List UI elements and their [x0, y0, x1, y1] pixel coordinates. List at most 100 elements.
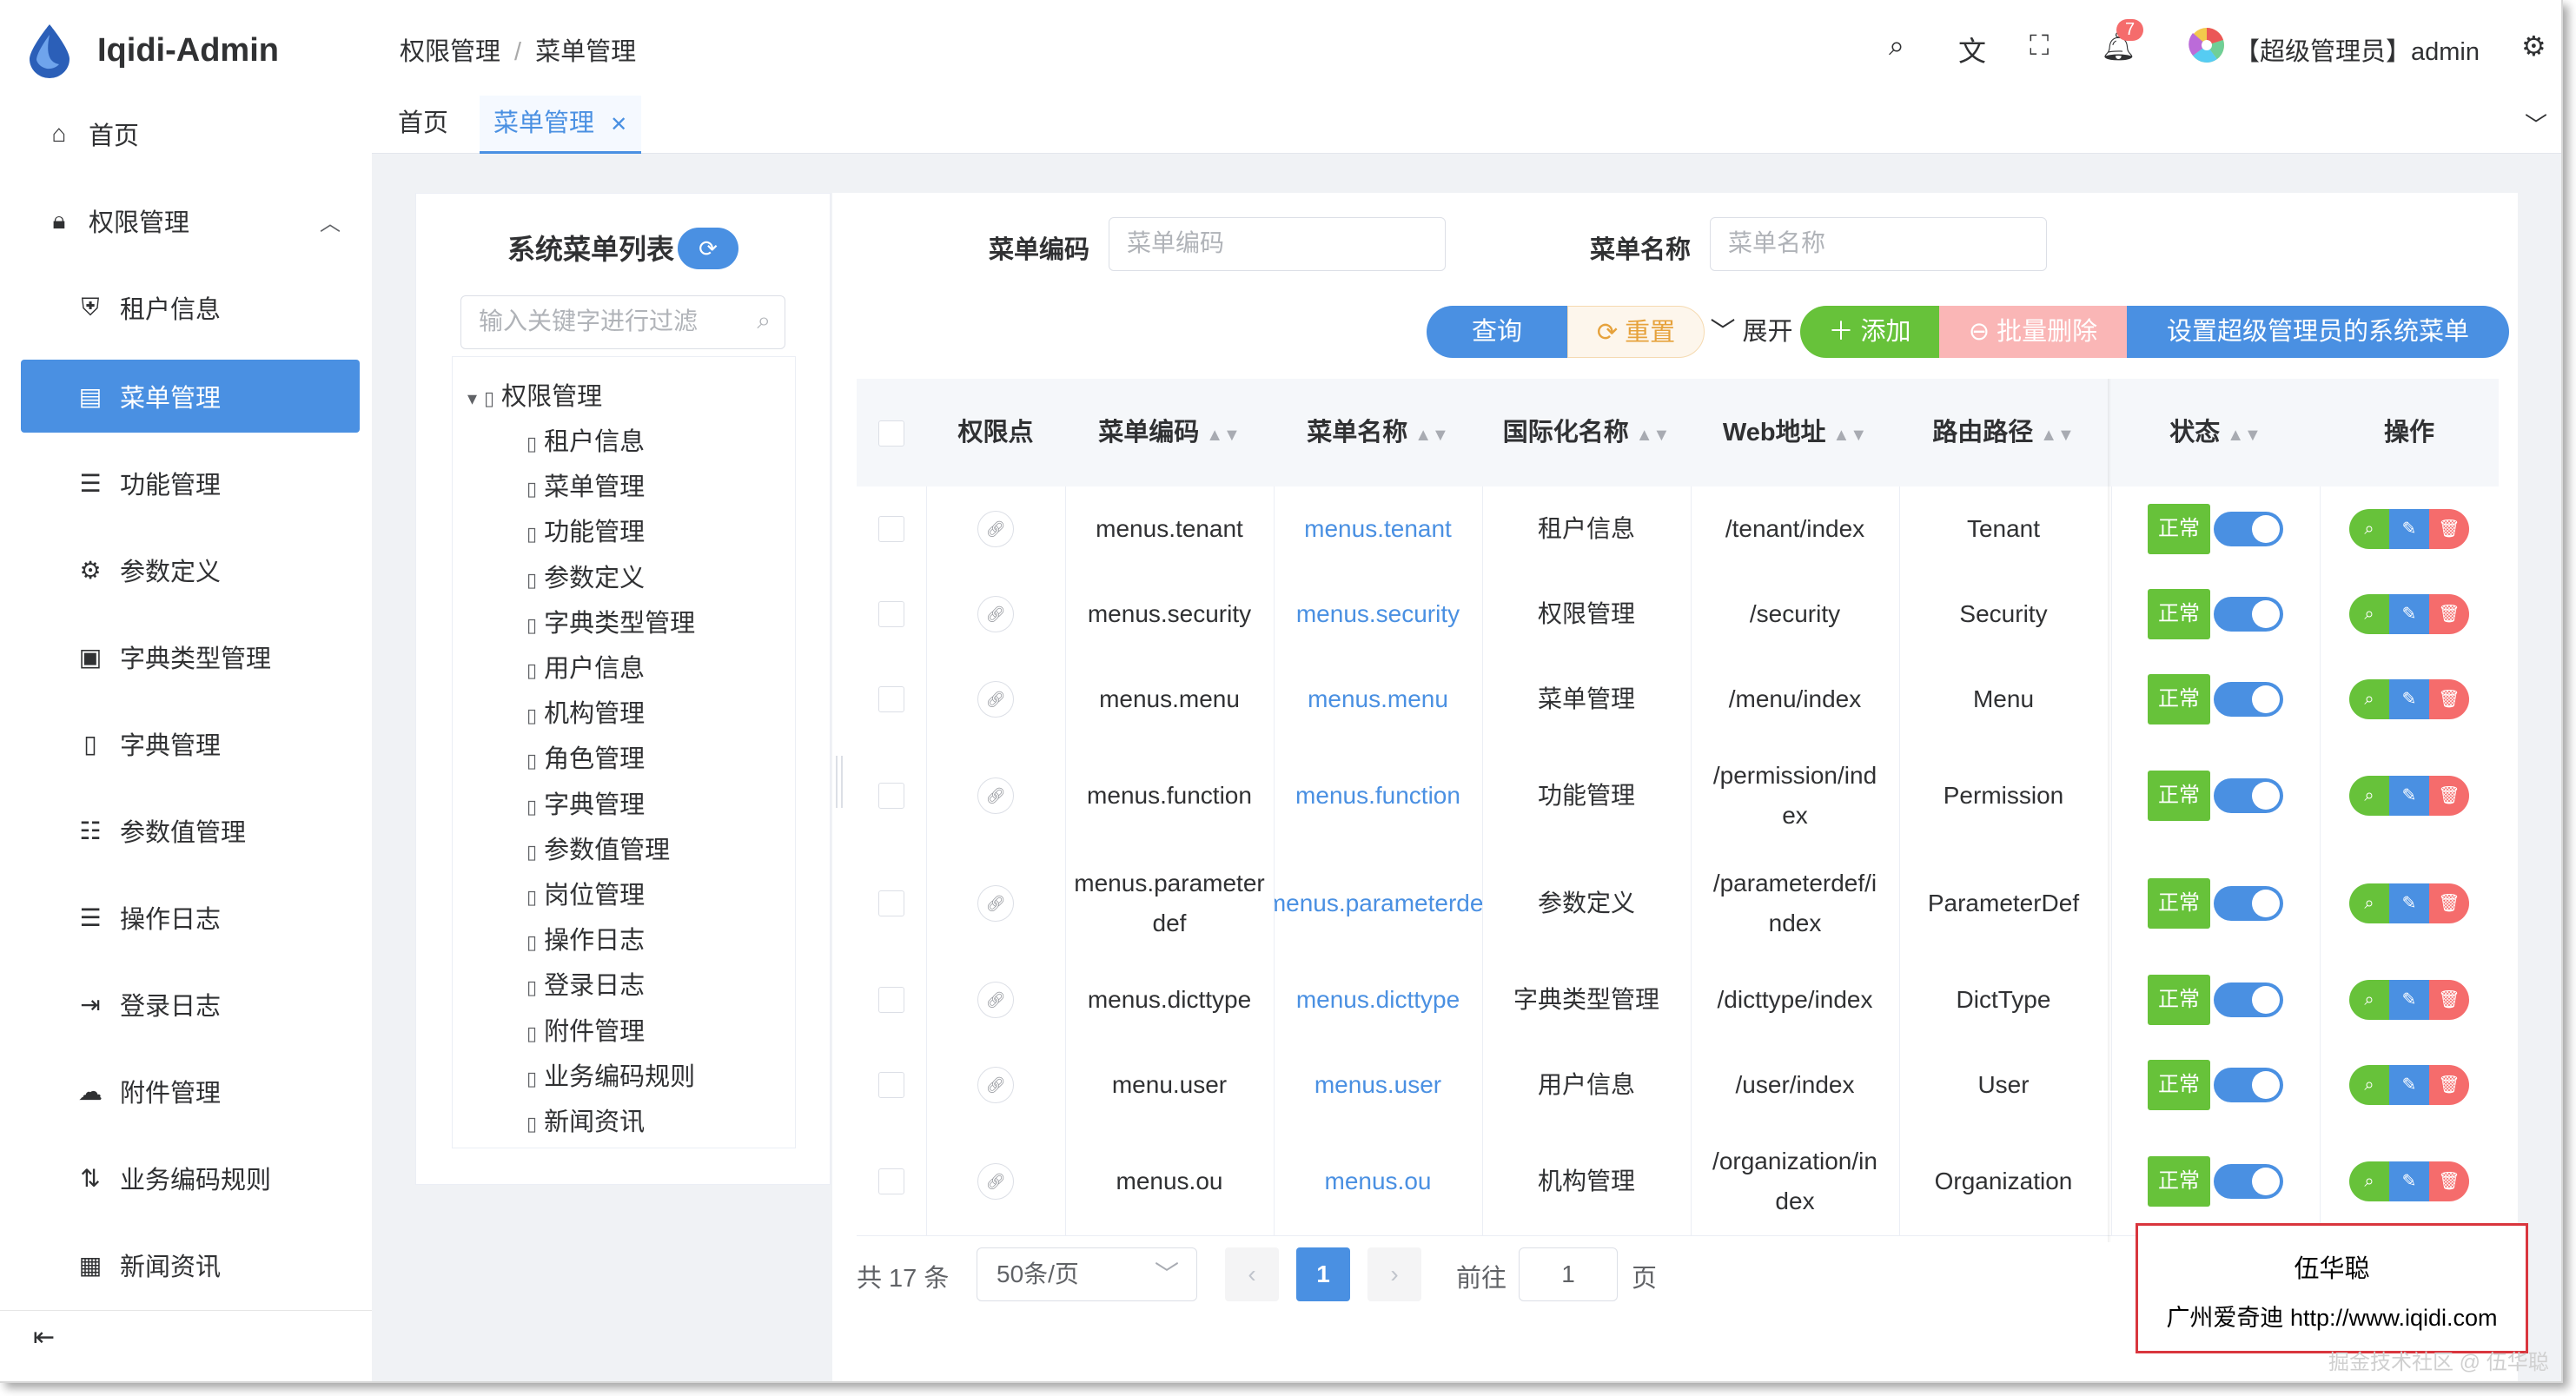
- tree-node[interactable]: ▯ 操作日志: [526, 919, 645, 963]
- delete-button[interactable]: 🗑︎: [2429, 1065, 2469, 1105]
- status-toggle[interactable]: [2214, 597, 2283, 632]
- tree-node[interactable]: ▯ 角色管理: [526, 738, 645, 781]
- set-super-menu-button[interactable]: 设置超级管理员的系统菜单: [2127, 306, 2509, 358]
- delete-button[interactable]: 🗑︎: [2429, 883, 2469, 923]
- caret-down-icon[interactable]: ▾: [467, 387, 477, 409]
- row-checkbox[interactable]: [878, 516, 904, 542]
- sort-icon[interactable]: ▲▼: [1833, 426, 1868, 445]
- tree-node[interactable]: ▯ 机构管理: [526, 692, 645, 736]
- col-route[interactable]: 路由路径 ▲▼: [1899, 379, 2108, 486]
- link-icon[interactable]: 🔗︎: [977, 1067, 1014, 1103]
- table-row[interactable]: 🔗︎ menu.user menus.user 用户信息/user/index User…: [857, 1042, 2499, 1128]
- delete-button[interactable]: 🗑︎: [2429, 509, 2469, 549]
- view-button[interactable]: ⌕: [2349, 509, 2389, 549]
- sidebar-item-news[interactable]: ▦ 新闻资讯: [21, 1228, 360, 1301]
- query-button[interactable]: 查询: [1427, 306, 1567, 358]
- tree-node[interactable]: ▯ 新闻资讯: [526, 1101, 645, 1144]
- edit-button[interactable]: ✎: [2389, 980, 2429, 1020]
- search-icon[interactable]: ⌕: [1889, 30, 1904, 63]
- delete-button[interactable]: 🗑︎: [2429, 679, 2469, 719]
- edit-button[interactable]: ✎: [2389, 1065, 2429, 1105]
- table-row[interactable]: 🔗︎ menus.menu menus.menu 菜单管理/menu/index Men…: [857, 657, 2499, 743]
- delete-button[interactable]: 🗑︎: [2429, 980, 2469, 1020]
- splitter-handle[interactable]: [836, 756, 843, 808]
- breadcrumb-item[interactable]: 权限管理: [400, 38, 500, 66]
- row-checkbox[interactable]: [878, 686, 904, 712]
- name-link[interactable]: menus.parameterdef: [1274, 850, 1482, 957]
- add-button[interactable]: ＋ 添加: [1800, 306, 1939, 358]
- link-icon[interactable]: 🔗︎: [977, 1163, 1014, 1200]
- table-row[interactable]: 🔗︎ menus.dicttype menus.dicttype 字典类型管理/dic…: [857, 957, 2499, 1043]
- tree-node[interactable]: ▯ 用户信息: [526, 647, 645, 691]
- avatar[interactable]: [2188, 26, 2226, 64]
- sort-icon[interactable]: ▲▼: [1636, 426, 1671, 445]
- translate-icon[interactable]: 文: [1958, 30, 1986, 69]
- page-size-select[interactable]: 50条/页 ﹀: [977, 1247, 1197, 1301]
- status-toggle[interactable]: [2214, 778, 2283, 813]
- sort-icon[interactable]: ▲▼: [1206, 426, 1241, 445]
- select-all-checkbox-cell[interactable]: [857, 379, 926, 486]
- sidebar-item-home[interactable]: ⌂ 首页: [21, 97, 360, 170]
- tree-node[interactable]: ▯ 附件管理: [526, 1010, 645, 1054]
- link-icon[interactable]: 🔗︎: [977, 511, 1014, 547]
- table-row[interactable]: 🔗︎ menus.function menus.function 功能管理/permi…: [857, 742, 2499, 850]
- collapse-menu-icon[interactable]: ⇤: [33, 1322, 55, 1353]
- reset-button[interactable]: ⟳ 重置: [1567, 306, 1705, 358]
- name-link[interactable]: menus.ou: [1274, 1128, 1482, 1235]
- table-row[interactable]: 🔗︎ menus.tenant menus.tenant 租户信息/tenant/in…: [857, 486, 2499, 572]
- status-toggle[interactable]: [2214, 682, 2283, 717]
- status-toggle[interactable]: [2214, 512, 2283, 546]
- sidebar-item-parameterdef[interactable]: ⚙ 参数定义: [21, 533, 360, 606]
- sidebar-item-menu[interactable]: ▤ 菜单管理: [21, 360, 360, 433]
- sidebar-item-security[interactable]: 🔒︎ 权限管理 ︿: [21, 184, 360, 257]
- edit-button[interactable]: ✎: [2389, 1161, 2429, 1201]
- link-icon[interactable]: 🔗︎: [977, 681, 1014, 718]
- next-page-button[interactable]: ›: [1367, 1247, 1421, 1301]
- tree-node[interactable]: ▯ 功能管理: [526, 511, 645, 554]
- link-icon[interactable]: 🔗︎: [977, 982, 1014, 1018]
- name-link[interactable]: menus.menu: [1274, 657, 1482, 742]
- link-icon[interactable]: 🔗︎: [977, 596, 1014, 632]
- status-toggle[interactable]: [2214, 1068, 2283, 1102]
- name-field[interactable]: [1726, 228, 2016, 258]
- table-row[interactable]: 🔗︎ menus.ou menus.ou 机构管理/organization/inde…: [857, 1128, 2499, 1236]
- tree-node[interactable]: ▯ 字典类型管理: [526, 602, 695, 645]
- status-toggle[interactable]: [2214, 982, 2283, 1017]
- name-link[interactable]: menus.function: [1274, 742, 1482, 850]
- prev-page-button[interactable]: ‹: [1225, 1247, 1279, 1301]
- batch-delete-button[interactable]: ⊖ 批量删除: [1939, 306, 2127, 358]
- code-field[interactable]: [1125, 228, 1415, 258]
- view-button[interactable]: ⌕: [2349, 1161, 2389, 1201]
- col-name[interactable]: 菜单名称 ▲▼: [1274, 379, 1482, 486]
- tree-filter-field[interactable]: [477, 307, 741, 336]
- col-web[interactable]: Web地址 ▲▼: [1691, 379, 1899, 486]
- name-link[interactable]: menus.tenant: [1274, 486, 1482, 572]
- tab-menu[interactable]: 菜单管理 ✕: [480, 96, 642, 154]
- user-name[interactable]: 【超级管理员】admin: [2235, 31, 2480, 68]
- sidebar-item-function[interactable]: ☰ 功能管理: [21, 447, 360, 519]
- status-toggle[interactable]: [2214, 1164, 2283, 1199]
- row-checkbox[interactable]: [878, 783, 904, 809]
- tab-home[interactable]: 首页: [384, 96, 462, 151]
- select-all-checkbox[interactable]: [878, 420, 904, 447]
- delete-button[interactable]: 🗑︎: [2429, 776, 2469, 816]
- fullscreen-icon[interactable]: ⛶: [2030, 30, 2049, 63]
- sort-icon[interactable]: ▲▼: [1414, 426, 1449, 445]
- edit-button[interactable]: ✎: [2389, 776, 2429, 816]
- col-i18n[interactable]: 国际化名称 ▲▼: [1482, 379, 1691, 486]
- sidebar-item-parametervalue[interactable]: ☷ 参数值管理: [21, 794, 360, 867]
- view-button[interactable]: ⌕: [2349, 679, 2389, 719]
- sidebar-item-dicttype[interactable]: ▣ 字典类型管理: [21, 620, 360, 693]
- refresh-button[interactable]: ⟳: [678, 228, 738, 269]
- delete-button[interactable]: 🗑︎: [2429, 1161, 2469, 1201]
- name-input[interactable]: [1710, 217, 2047, 271]
- tree-node[interactable]: ▯ 菜单管理: [526, 466, 645, 509]
- link-icon[interactable]: 🔗︎: [977, 885, 1014, 922]
- status-toggle[interactable]: [2214, 886, 2283, 921]
- tree-node[interactable]: ▯ 业务编码规则: [526, 1055, 695, 1099]
- tree-node[interactable]: ▯ 登录日志: [526, 964, 645, 1008]
- edit-button[interactable]: ✎: [2389, 679, 2429, 719]
- tree-filter-input[interactable]: ⌕: [460, 295, 785, 349]
- expand-button[interactable]: ﹀ 展开: [1708, 306, 1795, 358]
- sort-icon[interactable]: ▲▼: [2227, 426, 2261, 445]
